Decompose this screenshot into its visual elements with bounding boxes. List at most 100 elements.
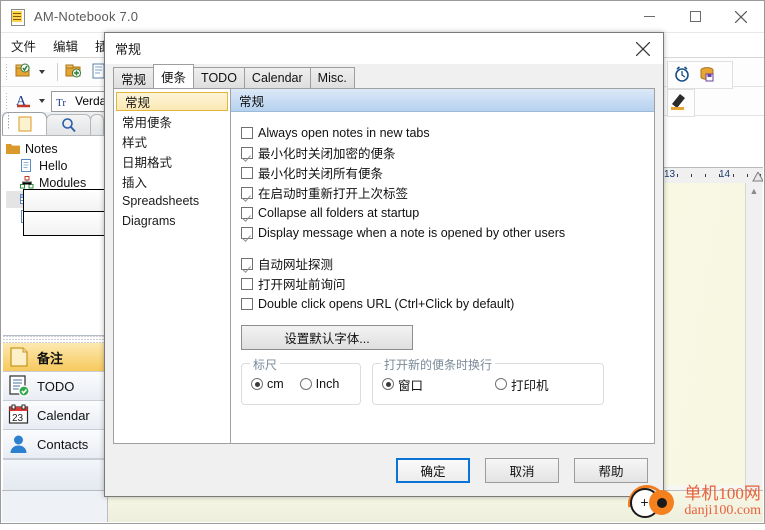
checkbox-row[interactable]: 最小化时关闭所有便条 [241,163,644,182]
menu-item-edit[interactable]: 编辑 [53,36,78,55]
close-button[interactable] [718,1,764,32]
toolbar-grip[interactable] [5,63,9,81]
nav-item-label: TODO [37,378,75,394]
group-wrap-mode: 打开新的便条时换行 窗口 打印机 [372,356,604,405]
category-item-common-notes[interactable]: 常用便条 [114,111,230,131]
checkbox-always-open-new-tabs[interactable] [241,126,253,139]
ok-button[interactable]: 确定 [396,457,470,483]
indent-marker-icon[interactable] [752,172,763,182]
pane-body: Always open notes in new tabs 最小化时关闭加密的便… [231,112,654,443]
radio-unit-inch[interactable] [299,378,312,390]
tab-todo[interactable]: TODO [193,67,245,88]
app-title: AM-Notebook 7.0 [34,9,139,24]
nav-splitter[interactable] [3,335,107,343]
font-color-icon[interactable]: A [14,90,36,112]
svg-text:Tr: Tr [56,97,66,108]
set-default-font-button[interactable]: 设置默认字体... [241,325,413,350]
group-ruler: 标尺 cm Inch [241,356,361,405]
cancel-button[interactable]: 取消 [485,457,559,483]
font-color-dropdown-icon[interactable] [39,99,45,103]
alarm-icon[interactable] [672,64,694,86]
todo-icon [8,375,30,397]
category-item-styles[interactable]: 样式 [114,131,230,151]
vertical-scrollbar[interactable]: ▲ [745,183,762,491]
radio-row[interactable]: Inch [299,377,339,391]
new-note-dropdown-icon[interactable] [39,70,45,74]
checkbox-row[interactable]: 最小化时关闭加密的便条 [241,143,644,162]
search-icon [61,118,76,133]
checkbox-close-encrypted-on-minimize[interactable] [241,146,253,159]
tab-calendar[interactable]: Calendar [243,67,311,88]
checkbox-auto-url-detect[interactable] [241,257,253,270]
checkbox-reopen-last-tabs[interactable] [241,186,253,199]
scroll-up-icon[interactable]: ▲ [746,183,762,199]
nav-item-contacts[interactable]: Contacts [3,430,107,459]
maximize-button[interactable] [672,1,718,32]
radio-wrap-printer[interactable] [495,378,508,390]
minimize-button[interactable] [626,1,672,32]
nav-item-notes[interactable]: 备注 [3,343,107,372]
checkbox-double-click-opens-url[interactable] [241,297,253,310]
group-legend: 标尺 [250,356,281,373]
checkbox-row[interactable]: Double click opens URL (Ctrl+Click by de… [241,294,644,313]
tree-item-label: Hello [39,158,68,173]
category-item-spreadsheets[interactable]: Spreadsheets [114,191,230,211]
radio-wrap-window[interactable] [382,378,394,390]
svg-text:23: 23 [12,413,24,424]
checkbox-row[interactable]: 自动网址探测 [241,254,644,273]
tree-item-hello[interactable]: Hello [6,112,106,174]
tab-notes[interactable]: 便条 [153,64,195,88]
checkbox-row[interactable]: Always open notes in new tabs [241,123,644,142]
watermark-line1: 单机100网 [684,483,761,503]
new-note-icon[interactable] [14,61,36,83]
nav-item-label: 备注 [37,350,64,366]
menu-item-file[interactable]: 文件 [11,36,36,55]
tree-item-label: Modules [39,175,87,190]
radio-row[interactable]: 窗口 [382,375,423,394]
notebook-icon [10,8,26,26]
backup-icon[interactable] [697,64,719,86]
radio-row[interactable]: cm [251,377,284,391]
tab-label: 常规 [121,72,147,87]
toolbar-grip-2[interactable] [5,92,9,110]
checkbox-row[interactable]: 在启动时重新打开上次标签 [241,183,644,202]
category-item-date-format[interactable]: 日期格式 [114,151,230,171]
checkbox-label: Double click opens URL (Ctrl+Click by de… [258,296,515,311]
category-item-insert[interactable]: 插入 [114,171,230,191]
tab-misc[interactable]: Misc. [309,67,355,88]
close-icon[interactable] [623,33,663,64]
category-label: 插入 [122,175,148,190]
checkbox-label: Display message when a note is opened by… [258,225,566,240]
checkbox-ask-before-open-url[interactable] [241,277,253,290]
checkbox-row[interactable]: 打开网址前询问 [241,274,644,293]
help-button[interactable]: 帮助 [574,457,648,483]
pane-header: 常规 [231,89,654,112]
category-item-diagrams[interactable]: Diagrams [114,211,230,231]
checkbox-row[interactable]: Display message when a note is opened by… [241,223,644,242]
tree-item-label: Notes [25,141,58,156]
nav-item-calendar[interactable]: 23 Calendar [3,401,107,430]
checkbox-label: 自动网址探测 [258,258,334,272]
category-label: 日期格式 [122,155,173,170]
tree-item-notes[interactable]: Notes [6,140,106,157]
search-tab[interactable] [46,114,91,135]
radio-unit-cm[interactable] [251,378,263,390]
nav-item-todo[interactable]: TODO [3,372,107,401]
checkbox-close-all-on-minimize[interactable] [241,166,253,179]
contacts-icon [8,433,30,455]
radio-row[interactable]: 打印机 [495,375,549,394]
category-item-general[interactable]: 常规 [116,92,228,111]
checkbox-collapse-folders-startup[interactable] [241,206,253,219]
left-panel: Notes Hello Modules 备注 TODO 23 Calendar … [2,112,110,522]
highlight-icon[interactable] [667,89,695,117]
category-label: 样式 [122,135,148,150]
checkbox-row[interactable]: Collapse all folders at startup [241,203,644,222]
new-folder-icon[interactable] [64,61,86,83]
more-tabs[interactable] [90,114,104,135]
window-controls [626,1,764,32]
tab-general[interactable]: 常规 [113,67,155,88]
title-bar: AM-Notebook 7.0 [1,1,764,33]
checkbox-display-message-other-users[interactable] [241,226,253,239]
category-list[interactable]: 常规 常用便条 样式 日期格式 插入 Spreadsheets Diagrams [114,89,231,443]
dialog-body: 常规 常用便条 样式 日期格式 插入 Spreadsheets Diagrams… [113,88,655,444]
